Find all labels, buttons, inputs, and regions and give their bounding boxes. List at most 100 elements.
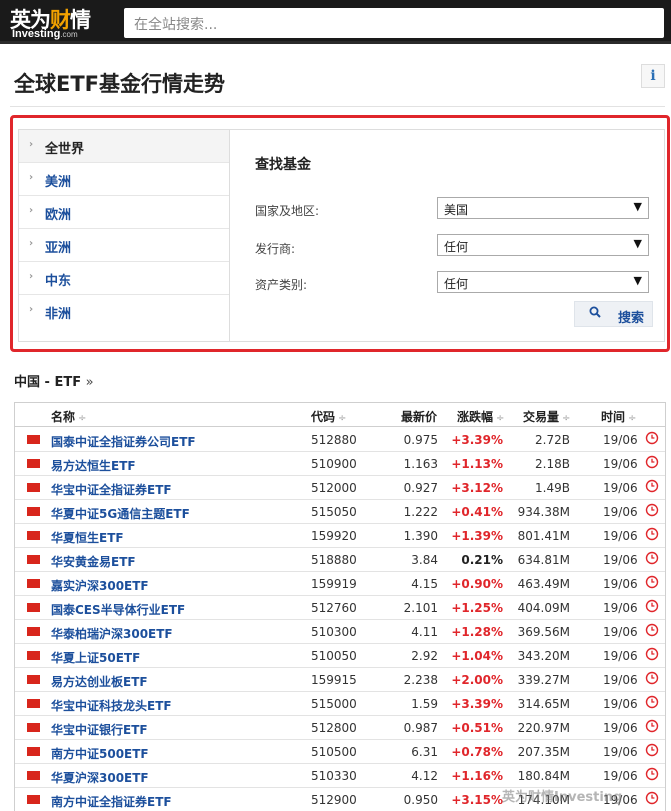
clock-icon	[645, 671, 659, 685]
etf-change-pct: +2.00%	[451, 673, 503, 687]
table-row: 南方中证500ETF 510500 6.31 +0.78% 207.35M 19/06	[15, 740, 665, 764]
clock-icon	[645, 695, 659, 709]
etf-last-price: 2.238	[403, 673, 438, 687]
site-search-input[interactable]: 在全站搜索...	[124, 8, 664, 38]
region-item[interactable]: › 全世界	[19, 130, 241, 163]
issuer-select-value: 任何	[444, 240, 469, 254]
etf-last-price: 3.84	[411, 553, 438, 567]
etf-name-link[interactable]: 华安黄金易ETF	[51, 553, 136, 570]
clock-icon	[645, 479, 659, 493]
china-flag-icon	[27, 603, 40, 612]
etf-time: 19/06	[603, 649, 638, 663]
watermark: 英为财情Investing	[502, 790, 623, 805]
etf-volume: 343.20M	[517, 649, 570, 663]
china-flag-icon	[27, 723, 40, 732]
etf-volume: 634.81M	[517, 553, 570, 567]
col-last-header[interactable]: 最新价	[401, 408, 437, 425]
etf-name-link[interactable]: 华夏沪深300ETF	[51, 769, 149, 786]
region-item-label: 全世界	[45, 142, 85, 157]
etf-time: 19/06	[603, 457, 638, 471]
region-item-label: 欧洲	[45, 208, 72, 223]
china-flag-icon	[27, 459, 40, 468]
etf-code: 512000	[311, 481, 357, 495]
col-name-header[interactable]: 名称 ÷	[51, 408, 86, 425]
table-row: 华夏沪深300ETF 510330 4.12 +1.16% 180.84M 19/06	[15, 764, 665, 788]
section-title-text: 中国 - ETF	[14, 375, 82, 390]
etf-time: 19/06	[603, 553, 638, 567]
etf-code: 515050	[311, 505, 357, 519]
etf-time: 19/06	[603, 697, 638, 711]
chevron-right-icon: ›	[29, 271, 34, 282]
col-code-label: 代码	[311, 410, 336, 424]
etf-table: 名称 ÷ 代码 ÷ 最新价 涨跌幅 ÷ 交易量 ÷ 时间 ÷ 国泰中证全指证券公司ETF 5…	[14, 402, 666, 811]
clock-icon	[645, 599, 659, 613]
region-item[interactable]: › 中东	[19, 262, 229, 295]
etf-volume: 934.38M	[517, 505, 570, 519]
etf-name-link[interactable]: 国泰中证全指证券公司ETF	[51, 433, 196, 450]
etf-name-link[interactable]: 南方中证全指证券ETF	[51, 793, 172, 810]
country-select[interactable]: 美国 ▼	[437, 197, 649, 219]
etf-time: 19/06	[603, 505, 638, 519]
etf-last-price: 1.222	[403, 505, 438, 519]
sort-icon: ÷	[496, 413, 505, 424]
issuer-label: 发行商:	[255, 242, 296, 256]
etf-name-link[interactable]: 华夏中证5G通信主题ETF	[51, 505, 190, 522]
section-title-china-etf[interactable]: 中国 - ETF »	[14, 371, 94, 390]
country-label: 国家及地区:	[255, 204, 320, 218]
china-flag-icon	[27, 507, 40, 516]
china-flag-icon	[27, 651, 40, 660]
table-row: 国泰中证全指证券公司ETF 512880 0.975 +3.39% 2.72B 19/06	[15, 428, 665, 452]
etf-name-link[interactable]: 南方中证500ETF	[51, 745, 149, 762]
region-item[interactable]: › 非洲	[19, 295, 229, 328]
section-more-arrow: »	[85, 375, 94, 390]
etf-name-link[interactable]: 华泰柏瑞沪深300ETF	[51, 625, 173, 642]
clock-icon	[645, 431, 659, 445]
col-volume-header[interactable]: 交易量 ÷	[523, 408, 570, 425]
asset-class-select[interactable]: 任何 ▼	[437, 271, 649, 293]
etf-name-link[interactable]: 华夏上证50ETF	[51, 649, 140, 666]
table-row: 易方达创业板ETF 159915 2.238 +2.00% 339.27M 19/06	[15, 668, 665, 692]
etf-name-link[interactable]: 国泰CES半导体行业ETF	[51, 601, 185, 618]
table-header: 名称 ÷ 代码 ÷ 最新价 涨跌幅 ÷ 交易量 ÷ 时间 ÷	[15, 403, 665, 427]
issuer-select[interactable]: 任何 ▼	[437, 234, 649, 256]
region-item[interactable]: › 美洲	[19, 163, 229, 196]
etf-name-link[interactable]: 华宝中证科技龙头ETF	[51, 697, 172, 714]
etf-last-price: 0.927	[403, 481, 438, 495]
investing-logo[interactable]: 英为财情 Investing.com	[10, 4, 118, 42]
region-item-label: 亚洲	[45, 241, 72, 256]
region-item-label: 美洲	[45, 175, 72, 190]
etf-change-pct: +3.15%	[451, 793, 503, 807]
etf-volume: 220.97M	[517, 721, 570, 735]
etf-name-link[interactable]: 华宝中证全指证券ETF	[51, 481, 172, 498]
table-row: 嘉实沪深300ETF 159919 4.15 +0.90% 463.49M 19/06	[15, 572, 665, 596]
region-item[interactable]: › 欧洲	[19, 196, 229, 229]
etf-change-pct: +1.39%	[451, 529, 503, 543]
china-flag-icon	[27, 795, 40, 804]
china-flag-icon	[27, 483, 40, 492]
table-row: 华安黄金易ETF 518880 3.84 0.21% 634.81M 19/06	[15, 548, 665, 572]
etf-code: 512800	[311, 721, 357, 735]
col-change-header[interactable]: 涨跌幅 ÷	[457, 408, 504, 425]
etf-code: 159919	[311, 577, 357, 591]
etf-name-link[interactable]: 嘉实沪深300ETF	[51, 577, 149, 594]
china-flag-icon	[27, 579, 40, 588]
col-code-header[interactable]: 代码 ÷	[311, 408, 346, 425]
etf-name-link[interactable]: 华夏恒生ETF	[51, 529, 124, 546]
etf-name-link[interactable]: 易方达恒生ETF	[51, 457, 136, 474]
col-time-header[interactable]: 时间 ÷	[601, 408, 636, 425]
etf-code: 512900	[311, 793, 357, 807]
etf-time: 19/06	[603, 433, 638, 447]
etf-name-link[interactable]: 华宝中证银行ETF	[51, 721, 148, 738]
clock-icon	[645, 575, 659, 589]
info-icon[interactable]: i	[641, 64, 665, 88]
etf-code: 510500	[311, 745, 357, 759]
col-change-label: 涨跌幅	[457, 410, 494, 424]
region-item[interactable]: › 亚洲	[19, 229, 229, 262]
chevron-down-icon: ▼	[633, 274, 642, 287]
etf-name-link[interactable]: 易方达创业板ETF	[51, 673, 148, 690]
fund-search-button-label: 搜索	[618, 311, 645, 326]
chevron-down-icon: ▼	[633, 237, 642, 250]
etf-last-price: 0.975	[403, 433, 438, 447]
fund-search-button[interactable]: 搜索	[574, 301, 653, 327]
table-row: 华夏上证50ETF 510050 2.92 +1.04% 343.20M 19/06	[15, 644, 665, 668]
